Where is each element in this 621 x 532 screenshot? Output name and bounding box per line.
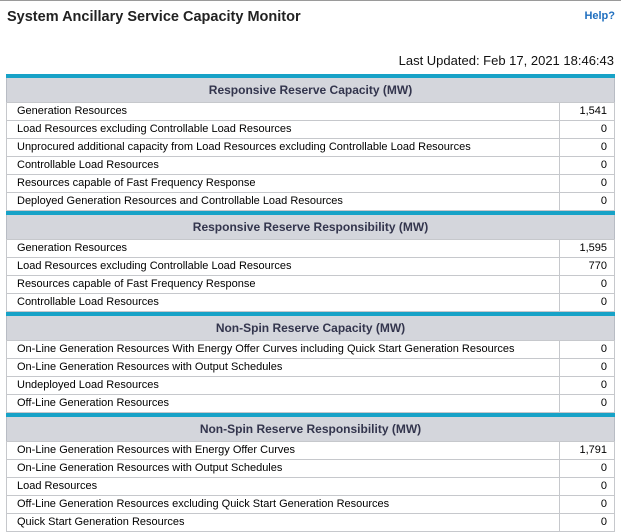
section-responsive-reserve-responsibility: Responsive Reserve Responsibility (MW) G…: [6, 211, 615, 312]
row-value: 1,595: [579, 242, 607, 254]
row-value: 0: [600, 195, 607, 207]
row-value: 0: [600, 379, 607, 391]
row-value: 0: [600, 397, 607, 409]
table-row: Generation Resources 1,541: [6, 102, 615, 121]
row-value: 0: [600, 516, 607, 528]
section-header: Non-Spin Reserve Responsibility (MW): [6, 417, 615, 441]
table-row: Off-Line Generation Resources 0: [6, 395, 615, 413]
row-label: Off-Line Generation Resources: [7, 395, 560, 412]
row-label: Undeployed Load Resources: [7, 377, 560, 394]
row-label: Load Resources: [7, 478, 560, 495]
row-label: Resources capable of Fast Frequency Resp…: [7, 276, 560, 293]
row-value: 0: [600, 462, 607, 474]
section-header: Responsive Reserve Responsibility (MW): [6, 215, 615, 239]
row-label: Resources capable of Fast Frequency Resp…: [7, 175, 560, 192]
top-divider: [0, 0, 621, 1]
row-label: On-Line Generation Resources with Output…: [7, 460, 560, 477]
row-label: On-Line Generation Resources with Energy…: [7, 442, 560, 459]
row-value: 1,541: [579, 105, 607, 117]
row-label: On-Line Generation Resources With Energy…: [7, 341, 560, 358]
table-row: On-Line Generation Resources with Energy…: [6, 441, 615, 460]
row-label: Deployed Generation Resources and Contro…: [7, 193, 560, 210]
table-row: Undeployed Load Resources 0: [6, 377, 615, 395]
section-header: Responsive Reserve Capacity (MW): [6, 78, 615, 102]
table-row: Load Resources 0: [6, 478, 615, 496]
row-label: Load Resources excluding Controllable Lo…: [7, 258, 560, 275]
table-row: Generation Resources 1,595: [6, 239, 615, 258]
table-row: Off-Line Generation Resources excluding …: [6, 496, 615, 514]
last-updated-timestamp: Last Updated: Feb 17, 2021 18:46:43: [398, 53, 614, 68]
row-label: Quick Start Generation Resources: [7, 514, 560, 531]
section-non-spin-reserve-capacity: Non-Spin Reserve Capacity (MW) On-Line G…: [6, 312, 615, 413]
section-responsive-reserve-capacity: Responsive Reserve Capacity (MW) Generat…: [6, 74, 615, 211]
table-row: Load Resources excluding Controllable Lo…: [6, 121, 615, 139]
row-label: On-Line Generation Resources with Output…: [7, 359, 560, 376]
table-row: Deployed Generation Resources and Contro…: [6, 193, 615, 211]
row-label: Controllable Load Resources: [7, 157, 560, 174]
row-label: Unprocured additional capacity from Load…: [7, 139, 560, 156]
section-non-spin-reserve-responsibility: Non-Spin Reserve Responsibility (MW) On-…: [6, 413, 615, 532]
table-row: On-Line Generation Resources with Output…: [6, 359, 615, 377]
table-row: Controllable Load Resources 0: [6, 294, 615, 312]
table-row: On-Line Generation Resources with Output…: [6, 460, 615, 478]
table-row: Controllable Load Resources 0: [6, 157, 615, 175]
page-title: System Ancillary Service Capacity Monito…: [7, 9, 301, 25]
table-row: Unprocured additional capacity from Load…: [6, 139, 615, 157]
row-value: 0: [600, 296, 607, 308]
row-value: 0: [600, 177, 607, 189]
table-row: On-Line Generation Resources With Energy…: [6, 340, 615, 359]
row-label: Controllable Load Resources: [7, 294, 560, 311]
row-value: 0: [600, 123, 607, 135]
row-label: Load Resources excluding Controllable Lo…: [7, 121, 560, 138]
row-value: 0: [600, 343, 607, 355]
row-value: 0: [600, 278, 607, 290]
row-label: Generation Resources: [7, 240, 560, 257]
table-row: Resources capable of Fast Frequency Resp…: [6, 276, 615, 294]
capacity-panel: Responsive Reserve Capacity (MW) Generat…: [6, 74, 615, 532]
row-value: 0: [600, 141, 607, 153]
row-label: Generation Resources: [7, 103, 560, 120]
row-value: 1,791: [579, 444, 607, 456]
row-value: 0: [600, 480, 607, 492]
row-value: 0: [600, 361, 607, 373]
row-label: Off-Line Generation Resources excluding …: [7, 496, 560, 513]
row-value: 770: [588, 260, 607, 272]
help-link[interactable]: Help?: [584, 10, 615, 22]
section-header: Non-Spin Reserve Capacity (MW): [6, 316, 615, 340]
row-value: 0: [600, 159, 607, 171]
table-row: Quick Start Generation Resources 0: [6, 514, 615, 532]
row-value: 0: [600, 498, 607, 510]
table-row: Load Resources excluding Controllable Lo…: [6, 258, 615, 276]
table-row: Resources capable of Fast Frequency Resp…: [6, 175, 615, 193]
